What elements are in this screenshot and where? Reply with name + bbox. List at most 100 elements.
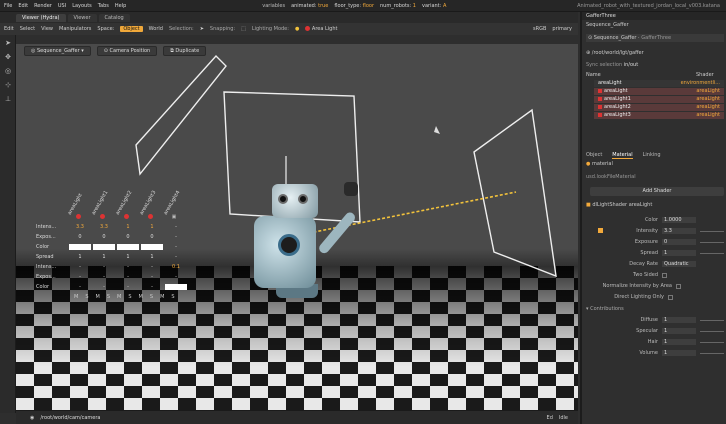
light-value[interactable]: 0 (140, 234, 164, 240)
diffuse-field[interactable]: 1 (662, 317, 696, 323)
space-object-button[interactable]: Object (120, 26, 143, 32)
solo-toggle[interactable]: S (85, 294, 88, 300)
duplicate-button[interactable]: ⧉ Duplicate (163, 46, 207, 56)
axis-tool-icon[interactable]: ⊥ (4, 95, 12, 103)
tab-object[interactable]: Object (586, 152, 602, 159)
light-value[interactable]: - (92, 284, 116, 290)
toolbar-select[interactable]: Select (20, 26, 35, 32)
move-tool-icon[interactable]: ✥ (4, 53, 12, 61)
toolbar-edit[interactable]: Edit (4, 26, 14, 32)
direct-lighting-checkbox[interactable] (668, 294, 673, 300)
intensity-field[interactable]: 3.3 (662, 228, 696, 234)
robot-head[interactable] (272, 184, 318, 218)
decay-rate-select[interactable]: Quadratic (662, 261, 696, 267)
specular-field[interactable]: 1 (662, 328, 696, 334)
spread-slider[interactable] (700, 252, 724, 254)
mute-toggle[interactable]: M (96, 294, 100, 300)
light-value[interactable]: - (164, 274, 188, 280)
specular-slider[interactable] (700, 330, 724, 332)
light-value[interactable]: 0.1 (164, 264, 188, 270)
two-sided-checkbox[interactable] (662, 272, 667, 278)
light-value[interactable]: 1 (68, 254, 92, 260)
light-value[interactable]: - (164, 244, 188, 250)
light-value[interactable]: - (164, 254, 188, 260)
tab-viewer-hydra[interactable]: Viewer (Hydra) (16, 13, 66, 22)
area-light-icon[interactable] (75, 213, 81, 219)
mute-toggle[interactable]: M (139, 294, 143, 300)
color-swatch[interactable] (165, 283, 187, 290)
contributions-group[interactable]: ▾ Contributions (586, 306, 624, 312)
light-value[interactable]: 1 (140, 254, 164, 260)
display-select[interactable]: primary (552, 26, 572, 32)
intensity-slider[interactable] (700, 230, 724, 232)
space-world-button[interactable]: World (149, 26, 163, 32)
menu-tabs[interactable]: Tabs (98, 3, 109, 9)
light-list-item[interactable]: areaLight3 areaLight (594, 112, 724, 119)
light-value[interactable]: - (140, 264, 164, 270)
add-shader-button[interactable]: Add Shader (590, 187, 724, 196)
light-value[interactable]: - (92, 274, 116, 280)
light-value[interactable]: 0 (92, 234, 116, 240)
menu-file[interactable]: File (4, 3, 12, 9)
bulb-icon[interactable]: ● (295, 26, 299, 32)
menu-usi[interactable]: USI (58, 3, 66, 9)
light-picker[interactable]: Area Light (305, 26, 337, 32)
light-value[interactable]: 1 (116, 254, 140, 260)
diffuse-slider[interactable] (700, 319, 724, 321)
color-swatch[interactable] (93, 243, 115, 250)
rotate-tool-icon[interactable]: ◎ (4, 67, 12, 75)
shader-row[interactable]: ■ dlLightShader areaLight (586, 202, 652, 208)
color-swatch[interactable] (117, 243, 139, 250)
light-value[interactable]: 0 (116, 234, 140, 240)
scale-tool-icon[interactable]: ⊹ (4, 81, 12, 89)
normalize-checkbox[interactable] (676, 283, 681, 289)
light-value[interactable]: - (68, 264, 92, 270)
light-value[interactable]: - (140, 284, 164, 290)
light-value[interactable]: - (116, 274, 140, 280)
intensity-checkbox[interactable] (598, 228, 603, 233)
color-value-field[interactable]: 1.0000 (662, 217, 696, 223)
tab-viewer[interactable]: Viewer (67, 13, 97, 22)
volume-slider[interactable] (700, 352, 724, 354)
light-value[interactable]: - (68, 284, 92, 290)
spread-field[interactable]: 1 (662, 250, 696, 256)
toolbar-view[interactable]: View (41, 26, 53, 32)
light-value[interactable]: - (116, 284, 140, 290)
light-value[interactable]: 1 (116, 224, 140, 230)
snapping-icon[interactable]: ⬚ (241, 26, 246, 32)
light-list-item[interactable]: areaLight environmentli... (594, 80, 724, 87)
hair-field[interactable]: 1 (662, 339, 696, 345)
toolbar-manipulators[interactable]: Manipulators (59, 26, 91, 32)
light-list-item[interactable]: areaLight1 areaLight (594, 96, 724, 103)
hair-slider[interactable] (700, 341, 724, 343)
menu-layouts[interactable]: Layouts (72, 3, 92, 9)
area-light-icon[interactable] (99, 213, 105, 219)
solo-toggle[interactable]: S (128, 294, 131, 300)
light-value[interactable]: 3.3 (92, 224, 116, 230)
environment-light-icon[interactable]: ▣ (172, 214, 177, 220)
light-list-item[interactable]: areaLight areaLight (594, 88, 724, 95)
exposure-field[interactable]: 0 (662, 239, 696, 245)
render-mode-select[interactable]: sRGB (533, 26, 546, 32)
light-list-item[interactable]: areaLight2 areaLight (594, 104, 724, 111)
solo-toggle[interactable]: S (171, 294, 174, 300)
material-node[interactable]: usd.lookFileMaterial (586, 174, 636, 180)
light-value[interactable]: - (164, 234, 188, 240)
mute-toggle[interactable]: M (160, 294, 164, 300)
light-value[interactable]: - (140, 274, 164, 280)
mute-toggle[interactable]: M (117, 294, 121, 300)
var-floor-type[interactable]: floor_type: floor (334, 3, 374, 9)
light-value[interactable]: 0 (68, 234, 92, 240)
menu-render[interactable]: Render (34, 3, 52, 9)
light-value[interactable]: - (68, 274, 92, 280)
area-light-icon[interactable] (123, 213, 129, 219)
light-value[interactable]: - (164, 224, 188, 230)
volume-field[interactable]: 1 (662, 350, 696, 356)
exposure-slider[interactable] (700, 241, 724, 243)
mute-toggle[interactable]: M (74, 294, 78, 300)
camera-position-button[interactable]: ⊙ Camera Position (96, 46, 158, 56)
sync-selection[interactable]: Sync selection in/out (586, 62, 638, 68)
selection-arrow-icon[interactable]: ➤ (200, 26, 204, 32)
sequence-gaffer-dropdown[interactable]: ◎ Sequence_Gaffer ▾ (24, 46, 91, 56)
tab-linking[interactable]: Linking (643, 152, 661, 159)
